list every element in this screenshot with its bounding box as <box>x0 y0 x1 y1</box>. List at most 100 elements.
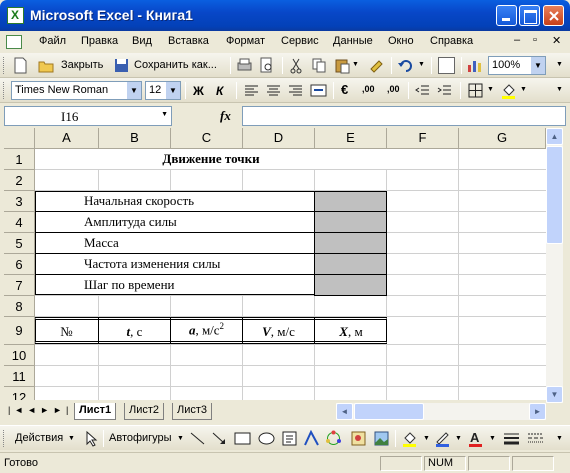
col-header-b[interactable]: B <box>99 128 171 149</box>
insert-function-button[interactable]: fx <box>220 108 231 124</box>
undo-icon[interactable] <box>397 57 414 74</box>
sheet-tab-1[interactable]: Лист1 <box>74 403 117 420</box>
menu-insert[interactable]: Вставка <box>168 35 209 47</box>
menu-data[interactable]: Данные <box>333 35 373 47</box>
cut-icon[interactable] <box>288 57 305 74</box>
fill-color-dropdown-arrow[interactable]: ▼ <box>520 86 527 93</box>
open-icon[interactable] <box>38 57 55 74</box>
autoshapes-menu[interactable]: Автофигуры <box>109 432 172 444</box>
save-icon[interactable] <box>113 57 130 74</box>
col-header-d[interactable]: D <box>243 128 315 149</box>
vertical-scrollbar[interactable]: ▲ ▼ <box>546 128 563 403</box>
scroll-thumb[interactable] <box>546 146 563 244</box>
select-all-corner[interactable] <box>4 128 35 149</box>
align-center-icon[interactable] <box>265 82 282 99</box>
oval-icon[interactable] <box>258 430 275 447</box>
fill-color-icon[interactable] <box>401 430 418 447</box>
maximize-button[interactable] <box>519 5 540 26</box>
doc-minimize-button[interactable]: – <box>514 34 520 46</box>
menu-tools[interactable]: Сервис <box>281 35 319 47</box>
toolbar-grip[interactable] <box>3 82 6 99</box>
sheet-tab-2[interactable]: Лист2 <box>124 403 165 420</box>
menu-help[interactable]: Справка <box>430 35 473 47</box>
toolbar-options-arrow[interactable]: ▼ <box>556 435 563 442</box>
row-header-5[interactable]: 5 <box>4 233 35 254</box>
paste-dropdown-arrow[interactable]: ▼ <box>352 61 359 68</box>
header-cell-time[interactable]: t, с <box>99 324 170 340</box>
print-preview-icon[interactable] <box>258 57 275 74</box>
row-header-3[interactable]: 3 <box>4 191 35 212</box>
select-objects-icon[interactable] <box>83 430 100 447</box>
cell-param-force-frequency[interactable]: Частота изменения силы <box>84 256 220 272</box>
cell-param-mass[interactable]: Масса <box>84 235 119 251</box>
sheet-nav-buttons[interactable]: |◄◄►►| <box>8 405 72 415</box>
menu-view[interactable]: Вид <box>132 35 152 47</box>
research-icon[interactable] <box>438 57 455 74</box>
col-header-e[interactable]: E <box>315 128 387 149</box>
borders-dropdown-arrow[interactable]: ▼ <box>487 86 494 93</box>
borders-icon[interactable] <box>467 82 484 99</box>
dash-style-icon[interactable] <box>527 430 544 447</box>
header-cell-coordinate[interactable]: X, м <box>315 324 387 340</box>
row-header-10[interactable]: 10 <box>4 345 35 366</box>
textbox-icon[interactable] <box>281 430 298 447</box>
name-box[interactable]: I16 ▼ <box>4 106 172 126</box>
doc-close-button[interactable]: ✕ <box>552 34 561 47</box>
align-left-icon[interactable] <box>243 82 260 99</box>
save-as-button[interactable]: Сохранить как... <box>134 59 217 71</box>
menu-format[interactable]: Формат <box>226 35 265 47</box>
align-right-icon[interactable] <box>287 82 304 99</box>
font-color-icon[interactable]: A <box>467 430 484 447</box>
toolbar-options-arrow[interactable]: ▼ <box>556 61 563 68</box>
row-header-6[interactable]: 6 <box>4 254 35 275</box>
row-header-11[interactable]: 11 <box>4 366 35 387</box>
line-style-icon[interactable] <box>503 430 520 447</box>
col-header-f[interactable]: F <box>387 128 459 149</box>
undo-dropdown-arrow[interactable]: ▼ <box>418 61 425 68</box>
cell-param-time-step[interactable]: Шаг по времени <box>84 277 175 293</box>
workbook-icon[interactable] <box>6 35 22 49</box>
paste-icon[interactable] <box>334 57 351 74</box>
format-painter-icon[interactable] <box>368 57 385 74</box>
cell-param-initial-speed[interactable]: Начальная скорость <box>84 193 194 209</box>
row-header-1[interactable]: 1 <box>4 149 35 170</box>
decrease-indent-icon[interactable] <box>414 82 431 99</box>
header-cell-number[interactable]: № <box>35 324 98 340</box>
scroll-up-button[interactable]: ▲ <box>546 128 563 145</box>
increase-decimal-button[interactable]: ,00 <box>362 84 375 94</box>
close-button[interactable] <box>543 5 564 26</box>
row-header-9[interactable]: 9 <box>4 317 35 345</box>
cell-param-force-amplitude[interactable]: Амплитуда силы <box>84 214 177 230</box>
input-cell-e6[interactable] <box>314 253 387 275</box>
insert-picture-icon[interactable] <box>373 430 390 447</box>
horizontal-scrollbar[interactable]: ◄ ► <box>336 403 546 420</box>
decrease-decimal-button[interactable]: ,00 <box>387 84 400 94</box>
close-doc-button[interactable]: Закрыть <box>61 59 103 71</box>
euro-button[interactable]: € <box>341 82 348 97</box>
col-header-c[interactable]: C <box>171 128 243 149</box>
menu-file[interactable]: Файл <box>39 35 66 47</box>
chart-wizard-icon[interactable] <box>466 57 483 74</box>
input-cell-e3[interactable] <box>314 191 387 212</box>
merge-center-icon[interactable] <box>310 82 327 99</box>
toolbar-options-arrow[interactable]: ▼ <box>556 86 563 93</box>
print-icon[interactable] <box>236 57 253 74</box>
rectangle-icon[interactable] <box>234 430 251 447</box>
worksheet-grid[interactable]: A B C D E F G 1 2 3 4 5 6 7 8 9 10 11 12… <box>4 128 546 400</box>
row-header-8[interactable]: 8 <box>4 296 35 317</box>
italic-button[interactable]: К <box>216 84 223 98</box>
row-header-2[interactable]: 2 <box>4 170 35 191</box>
new-icon[interactable] <box>12 57 29 74</box>
menu-window[interactable]: Окно <box>388 35 414 47</box>
scroll-right-button[interactable]: ► <box>529 403 546 420</box>
row-header-12[interactable]: 12 <box>4 387 35 400</box>
bold-button[interactable]: Ж <box>193 84 204 98</box>
font-name-select[interactable]: Times New Roman ▼ <box>11 81 142 100</box>
clipart-icon[interactable] <box>350 430 367 447</box>
formula-input[interactable] <box>242 106 566 126</box>
col-header-g[interactable]: G <box>459 128 546 149</box>
wordart-icon[interactable] <box>303 429 320 447</box>
font-size-select[interactable]: 12 ▼ <box>145 81 181 100</box>
doc-restore-button[interactable]: ▫ <box>533 34 537 46</box>
menu-edit[interactable]: Правка <box>81 35 118 47</box>
